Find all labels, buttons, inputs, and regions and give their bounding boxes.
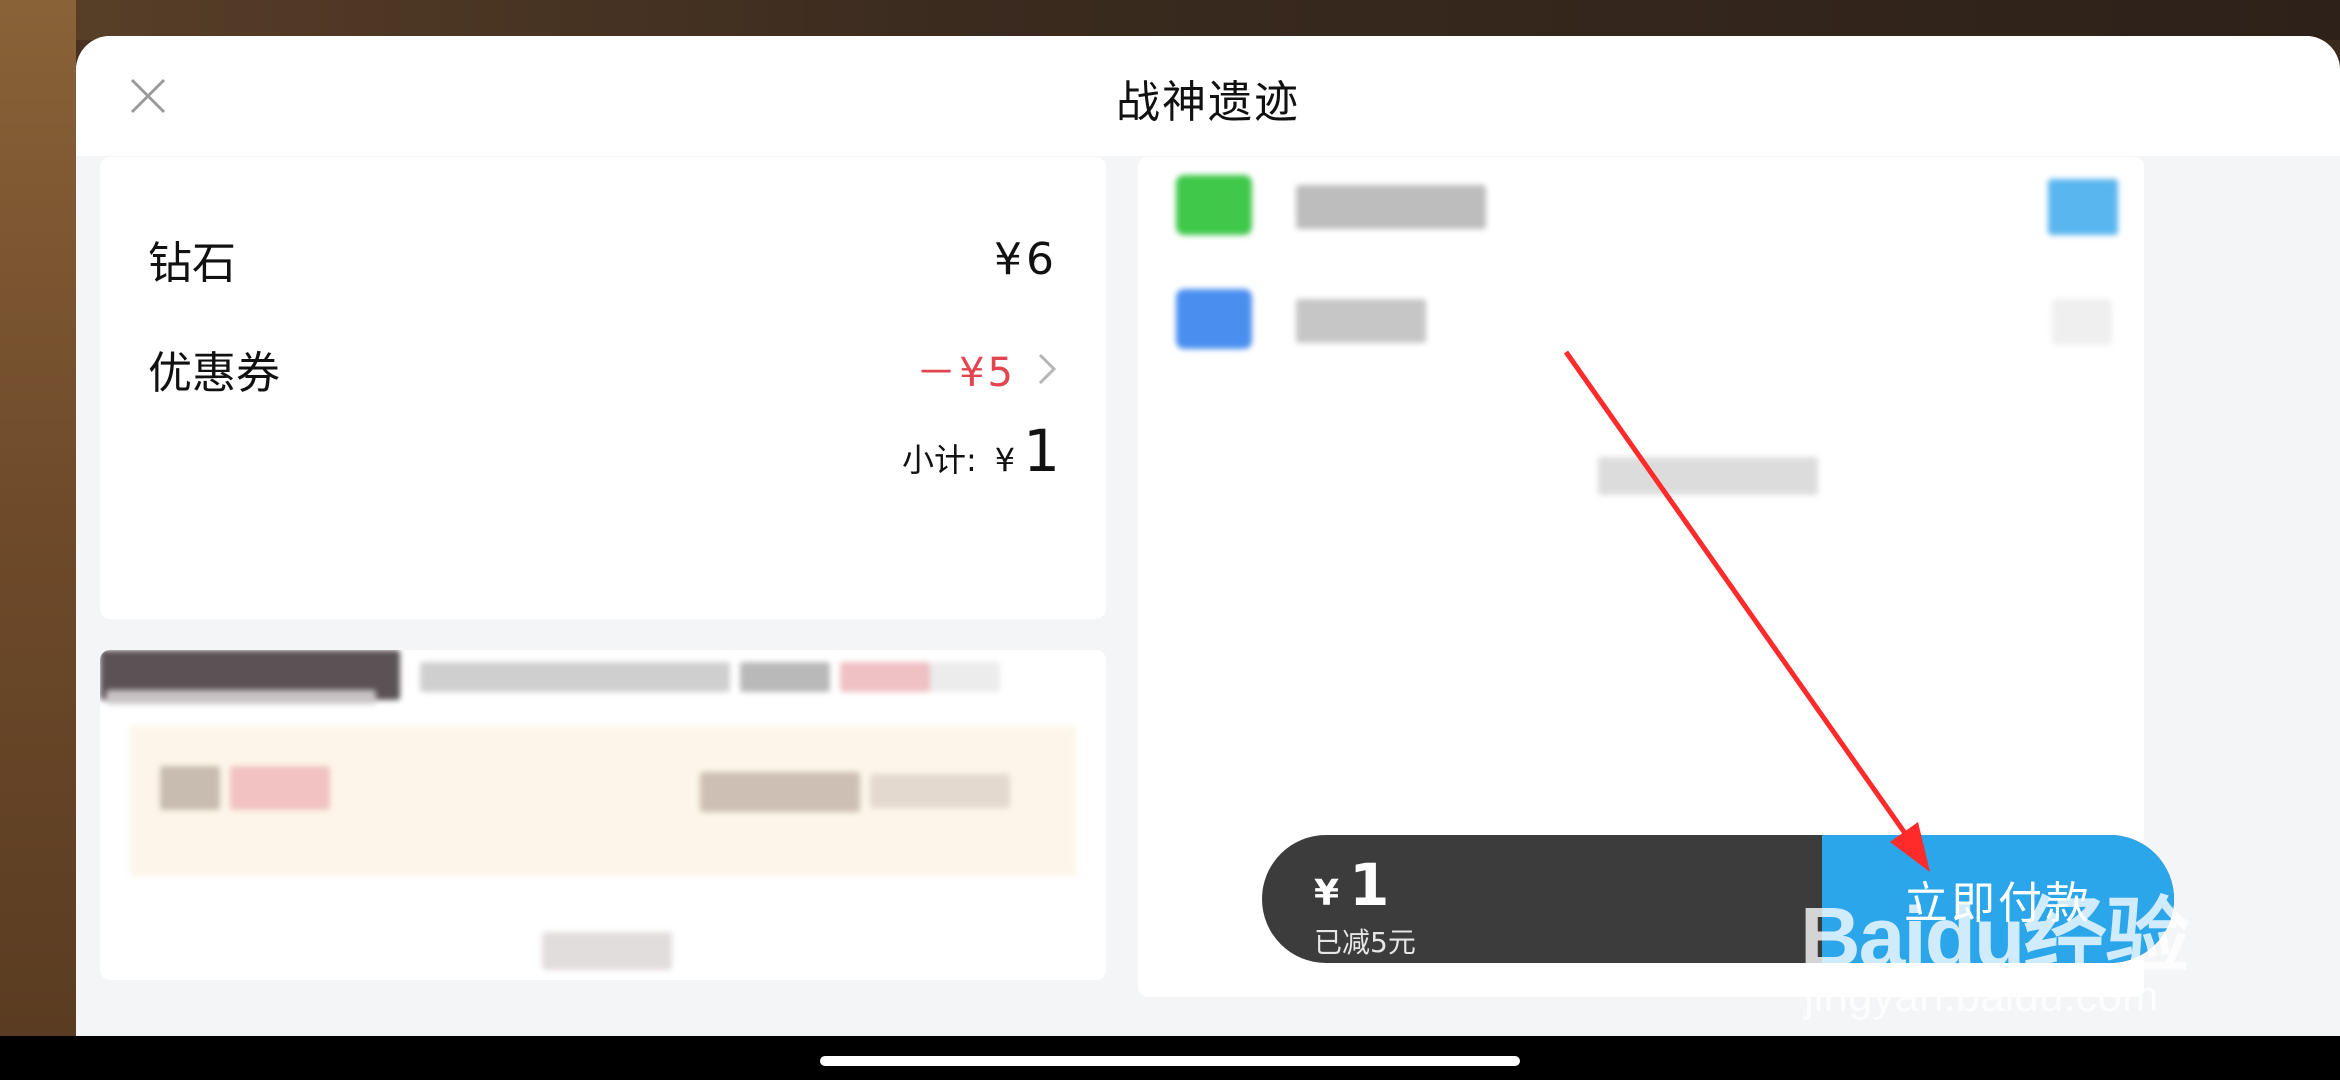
- coupon-label: 优惠券: [148, 348, 280, 399]
- promotion-card-obscured: [100, 650, 1106, 980]
- subtotal-label: 小计:: [901, 441, 977, 479]
- order-summary-card: 钻石 ¥6 优惠券 －¥5 小计: ¥ 1: [100, 157, 1106, 619]
- coupon-selector[interactable]: －¥5: [916, 340, 1058, 398]
- radio-selected-icon: [2048, 179, 2118, 235]
- pay-bar: ¥ 1 已减5元 立即付款: [1262, 835, 2174, 963]
- game-background-top: [0, 0, 2340, 40]
- game-background-left: [0, 0, 76, 1040]
- payment-method-wechat[interactable]: [1176, 175, 2118, 255]
- wechat-pay-icon: [1176, 175, 1252, 235]
- subtotal-currency: ¥: [994, 441, 1016, 479]
- home-indicator[interactable]: [820, 1056, 1520, 1066]
- pay-currency: ¥: [1314, 873, 1340, 914]
- coupon-row[interactable]: 优惠券 －¥5: [148, 337, 1058, 401]
- sheet-header: 战神遗迹: [76, 36, 2340, 156]
- item-row: 钻石 ¥6: [148, 227, 1058, 291]
- pay-discount: 已减5元: [1314, 926, 1416, 959]
- radio-unselected-icon: [2052, 299, 2112, 345]
- sheet-title: 战神遗迹: [1116, 77, 1300, 128]
- pay-amount: 1: [1349, 851, 1390, 919]
- pay-now-button[interactable]: 立即付款: [1822, 835, 2174, 963]
- coupon-value: －¥5: [916, 350, 1016, 396]
- item-price: ¥6: [994, 233, 1058, 285]
- method-name-obscured: [1296, 299, 1426, 343]
- method-name-obscured: [1296, 185, 1486, 229]
- subtotal-amount: 1: [1023, 417, 1060, 485]
- pay-total: ¥ 1: [1314, 851, 1389, 919]
- item-label: 钻石: [148, 238, 236, 289]
- subtotal: 小计: ¥ 1: [902, 417, 1060, 485]
- chevron-right-icon: [1038, 353, 1057, 385]
- more-methods-obscured[interactable]: [1598, 457, 1818, 495]
- alipay-icon: [1176, 289, 1252, 349]
- payment-method-alipay[interactable]: [1176, 289, 2112, 369]
